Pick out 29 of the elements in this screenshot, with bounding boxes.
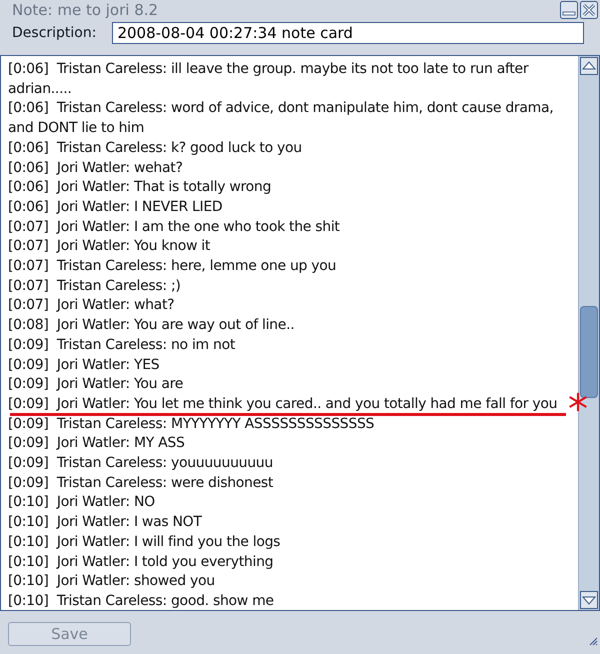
- chat-line: [0:09] Tristan Careless: youuuuuuuuuu: [8, 455, 273, 472]
- chat-line: [0:06] Jori Watler: I NEVER LIED: [8, 198, 222, 215]
- chat-line: [0:09] Jori Watler: You are: [8, 376, 184, 392]
- chat-line: [0:09] Jori Watler: You let me think you cared.. and you totally had me fall for you: [8, 396, 558, 412]
- chat-line: [0:10] Tristan Careless: good. show me: [8, 592, 274, 609]
- chat-line: [0:09] Jori Watler: YES: [8, 356, 160, 373]
- chat-line: [0:10] Jori Watler: I told you everything: [8, 554, 274, 570]
- chat-line: [0:07] Jori Watler: I am the one who took the shit: [8, 218, 340, 235]
- chat-line: [0:09] Tristan Careless: MYYYYYYY ASSSSSSSSSSSSSS: [8, 416, 374, 432]
- chat-line: [0:06] Tristan Careless: k? good luck to you: [8, 140, 302, 156]
- description-field[interactable]: 2008-08-04 00:27:34 note card: [112, 22, 584, 44]
- chat-line: [0:06] Tristan Careless: word of advice, dont manipulate him, dont cause drama, and DONT lie to him: [8, 100, 554, 136]
- window-title: Note: me to jori 8.2: [12, 0, 158, 18]
- chat-line: [0:10] Jori Watler: NO: [8, 494, 155, 510]
- description-label: Description:: [12, 24, 96, 43]
- chat-line: [0:07] Tristan Careless: here, lemme one up you: [8, 258, 336, 274]
- chat-line: [0:09] Jori Watler: MY ASS: [8, 435, 185, 452]
- chat-line: [0:06] Tristan Careless: ill leave the group. maybe its not too late to run after adrian.....: [8, 61, 530, 97]
- chat-line: [0:07] Jori Watler: You know it: [8, 238, 210, 254]
- chat-line: [0:07] Jori Watler: what?: [8, 297, 174, 314]
- chat-line: [0:06] Jori Watler: That is totally wrong: [8, 179, 272, 196]
- chat-line: [0:07] Tristan Careless: ;): [8, 278, 181, 294]
- chat-line: [0:06] Jori Watler: wehat?: [8, 160, 183, 176]
- chat-line: [0:10] Jori Watler: showed you: [8, 573, 215, 590]
- chat-line: [0:10] Jori Watler: I will find you the logs: [8, 534, 280, 550]
- chat-line: [0:08] Jori Watler: You are way out of line..: [8, 317, 294, 334]
- chat-line: [0:09] Tristan Careless: no im not: [8, 336, 236, 353]
- chat-line: [0:09] Tristan Careless: were dishonest: [8, 474, 274, 491]
- chat-line: [0:10] Jori Watler: I was NOT: [8, 514, 202, 530]
